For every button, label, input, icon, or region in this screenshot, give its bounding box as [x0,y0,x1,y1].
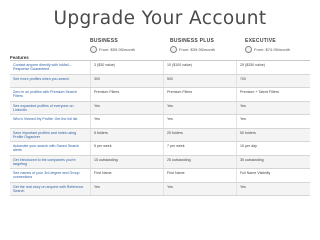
plan-price: From: $39.95/month [179,47,216,52]
radio-icon[interactable] [245,46,252,53]
radio-icon[interactable] [90,46,97,53]
value-cell: 10 ($100 value) [163,61,236,74]
value-cell: 3 ($30 value) [90,61,163,74]
feature-link[interactable]: See names of your 3rd degree and Group c… [10,169,90,182]
feature-table: Contact anyone directly with InMail – Re… [10,60,310,196]
feature-link[interactable]: Contact anyone directly with InMail – Re… [10,61,90,74]
plan-header: Business From: $59.95/month Business Plu… [90,38,318,56]
value-cell: Premium Filters [163,88,236,101]
feature-link[interactable]: See expanded profiles of everyone on Lin… [10,102,90,115]
value-cell: Yes [236,182,309,195]
feature-link[interactable]: Get the real story on anyone with Refere… [10,183,90,196]
plan-price-row: From: $59.95/month [90,46,135,53]
value-cell: Yes [163,115,236,128]
plan-price: From: $74.95/month [254,47,291,52]
value-cell: First Name [163,169,236,182]
feature-link[interactable]: Zero in on profiles with Premium Search … [10,88,90,101]
plan-executive[interactable]: Executive From: $74.95/month [245,38,290,56]
table-row: Zero in on profiles with Premium Search … [10,88,310,102]
value-cell: Yes [163,101,236,114]
table-row: Who's Viewed My Profile: Get the full li… [10,115,310,129]
plan-business[interactable]: Business From: $59.95/month [90,38,135,56]
table-row: Save important profiles and notes using … [10,128,310,142]
value-cell: First Name [90,169,163,182]
table-row: Automate your search with Saved Search a… [10,142,310,156]
value-cell: 700 [236,74,309,87]
value-cell: 25 outstanding [163,155,236,168]
table-row: Get introduced to the companies you're t… [10,155,310,169]
value-cell: 15 outstanding [90,155,163,168]
plan-name: Business [90,38,118,44]
table-row: See expanded profiles of everyone on Lin… [10,101,310,115]
page-title: Upgrade Your Account [53,8,267,29]
feature-link[interactable]: See more profiles when you search [10,75,90,88]
value-cell: 300 [90,74,163,87]
plan-price-row: From: $74.95/month [245,46,290,53]
value-cell: 25 ($250 value) [236,61,309,74]
value-cell: Premium Filters [90,88,163,101]
plan-name: Executive [245,38,277,44]
plan-price: From: $59.95/month [99,47,136,52]
table-row: See more profiles when you search 300 50… [10,74,310,88]
value-cell: Yes [90,101,163,114]
value-cell: Premium + Talent Filters [236,88,309,101]
plan-price-row: From: $39.95/month [170,46,215,53]
plan-business-plus[interactable]: Business Plus From: $39.95/month [170,38,215,56]
plan-name: Business Plus [170,38,215,44]
value-cell: Yes [236,115,309,128]
value-cell: Yes [163,182,236,195]
feature-link[interactable]: Who's Viewed My Profile: Get the full li… [10,115,90,128]
value-cell: 35 outstanding [236,155,309,168]
value-cell: Yes [90,182,163,195]
value-cell: 10 per day [236,142,309,155]
table-row: Get the real story on anyone with Refere… [10,182,310,196]
value-cell: 50 folders [236,128,309,141]
value-cell: 25 folders [163,128,236,141]
table-row: Contact anyone directly with InMail – Re… [10,61,310,75]
radio-icon[interactable] [170,46,177,53]
upgrade-account-page: Upgrade Your Account Business From: $59.… [0,0,320,240]
value-cell: Yes [236,101,309,114]
value-cell: 5 folders [90,128,163,141]
feature-link[interactable]: Automate your search with Saved Search a… [10,142,90,155]
value-cell: 7 per week [163,142,236,155]
table-row: See names of your 3rd degree and Group c… [10,169,310,183]
feature-link[interactable]: Save important profiles and notes using … [10,129,90,142]
feature-link[interactable]: Get introduced to the companies you're t… [10,156,90,169]
value-cell: 5 per week [90,142,163,155]
value-cell: Full Name Visibility [236,169,309,182]
value-cell: Yes [90,115,163,128]
value-cell: 500 [163,74,236,87]
